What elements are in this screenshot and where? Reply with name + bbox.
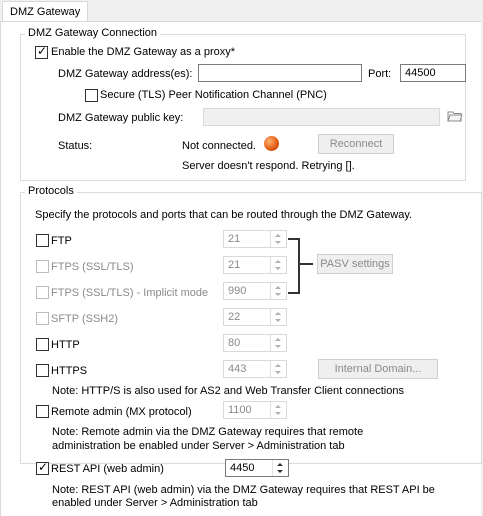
https-label: HTTPS xyxy=(51,365,88,377)
http-note: Note: HTTP/S is also used for AS2 and We… xyxy=(52,385,404,397)
ftps-port-value: 21 xyxy=(228,259,241,271)
bracket-connector xyxy=(300,263,313,265)
http-port-spinner[interactable]: 80 xyxy=(223,334,287,352)
rest-api-note-line1: Note: REST API (web admin) via the DMZ G… xyxy=(52,484,435,496)
rest-api-checkbox[interactable]: ✓ xyxy=(36,460,49,475)
public-key-input[interactable] xyxy=(203,108,440,126)
remote-admin-checkbox[interactable] xyxy=(36,405,49,418)
https-port-value: 443 xyxy=(228,363,247,375)
protocols-description: Specify the protocols and ports that can… xyxy=(35,209,413,221)
http-checkbox[interactable] xyxy=(36,338,49,351)
ftp-group-bracket xyxy=(288,238,300,294)
ftps-label: FTPS (SSL/TLS) xyxy=(51,261,134,273)
remote-admin-port-spinner[interactable]: 1100 xyxy=(223,401,287,419)
spinner-arrows[interactable] xyxy=(270,231,286,247)
ftps-implicit-label: FTPS (SSL/TLS) - Implicit mode xyxy=(51,287,209,299)
sftp-port-spinner[interactable]: 22 xyxy=(223,308,287,326)
public-key-label: DMZ Gateway public key: xyxy=(58,112,184,124)
folder-icon[interactable] xyxy=(447,110,463,122)
status-label: Status: xyxy=(58,140,93,152)
sftp-label: SFTP (SSH2) xyxy=(51,313,119,325)
remote-admin-note-line2: administration be enabled under Server >… xyxy=(52,440,345,452)
server-message: Server doesn't respond. Retrying []. xyxy=(182,160,355,172)
connection-group-title: DMZ Gateway Connection xyxy=(25,27,160,40)
rest-api-port-spinner[interactable]: 4450 xyxy=(225,459,289,477)
rest-api-port-value: 4450 xyxy=(230,462,255,474)
ftps-checkbox[interactable] xyxy=(36,260,49,273)
http-port-value: 80 xyxy=(228,337,241,349)
ftps-implicit-port-spinner[interactable]: 990 xyxy=(223,282,287,300)
secure-pnc-checkbox[interactable] xyxy=(85,89,98,102)
port-label: Port: xyxy=(368,68,392,80)
https-checkbox[interactable] xyxy=(36,364,49,377)
ftp-label: FTP xyxy=(51,235,72,247)
spinner-arrows[interactable] xyxy=(272,460,288,476)
http-label: HTTP xyxy=(51,339,80,351)
spinner-arrows[interactable] xyxy=(270,361,286,377)
rest-api-label: REST API (web admin) xyxy=(51,463,164,475)
ftps-implicit-port-value: 990 xyxy=(228,285,247,297)
remote-admin-port-value: 1100 xyxy=(228,404,252,416)
status-indicator-icon xyxy=(264,136,279,151)
tab-dmz-gateway[interactable]: DMZ Gateway xyxy=(2,1,89,23)
remote-admin-label: Remote admin (MX protocol) xyxy=(51,406,192,418)
protocols-group-title: Protocols xyxy=(25,185,77,198)
reconnect-button[interactable]: Reconnect xyxy=(318,134,394,154)
address-input[interactable] xyxy=(198,64,362,82)
spinner-arrows[interactable] xyxy=(270,283,286,299)
ftp-checkbox[interactable] xyxy=(36,234,49,247)
tab-panel: DMZ Gateway Connection ✓ Enable the DMZ … xyxy=(0,21,482,516)
sftp-port-value: 22 xyxy=(228,311,241,323)
spinner-arrows[interactable] xyxy=(270,402,286,418)
status-value: Not connected. xyxy=(182,140,256,152)
https-port-spinner[interactable]: 443 xyxy=(223,360,287,378)
address-label: DMZ Gateway address(es): xyxy=(58,68,193,80)
tab-strip: DMZ Gateway xyxy=(0,0,483,23)
ftps-implicit-checkbox[interactable] xyxy=(36,286,49,299)
pasv-settings-button[interactable]: PASV settings xyxy=(317,254,393,274)
secure-pnc-label: Secure (TLS) Peer Notification Channel (… xyxy=(100,89,327,101)
spinner-arrows[interactable] xyxy=(270,335,286,351)
spinner-arrows[interactable] xyxy=(270,257,286,273)
enable-dmz-checkbox[interactable]: ✓ xyxy=(35,44,48,59)
enable-dmz-label: Enable the DMZ Gateway as a proxy* xyxy=(51,46,236,58)
internal-domain-button[interactable]: Internal Domain... xyxy=(318,359,438,379)
port-input[interactable]: 44500 xyxy=(400,64,466,82)
ftps-port-spinner[interactable]: 21 xyxy=(223,256,287,274)
rest-api-note-line2: enabled under Server > Administration ta… xyxy=(52,497,258,509)
ftp-port-value: 21 xyxy=(228,233,241,245)
remote-admin-note-line1: Note: Remote admin via the DMZ Gateway r… xyxy=(52,426,364,438)
spinner-arrows[interactable] xyxy=(270,309,286,325)
ftp-port-spinner[interactable]: 21 xyxy=(223,230,287,248)
sftp-checkbox[interactable] xyxy=(36,312,49,325)
